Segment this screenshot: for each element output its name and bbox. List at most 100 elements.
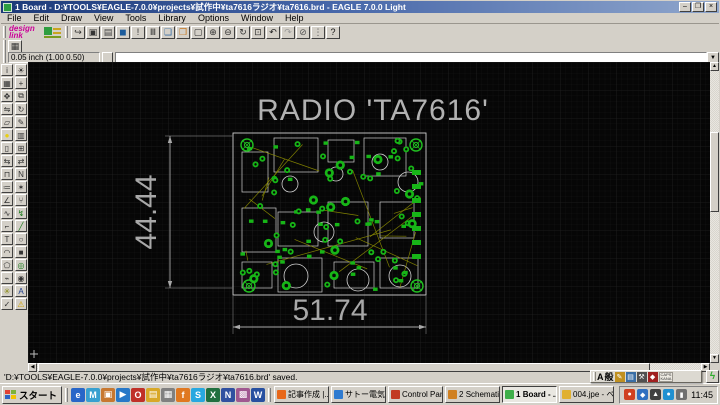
word-icon[interactable]: W <box>251 387 266 402</box>
autorouter-icon[interactable]: A <box>15 285 27 297</box>
caps-kana-indicator[interactable]: CAPS KANA <box>658 371 674 382</box>
display-layers-icon[interactable]: ❑ <box>161 25 175 39</box>
media-player-icon[interactable]: ▶ <box>116 387 131 402</box>
smash-icon[interactable]: ✶ <box>15 181 27 193</box>
task-control-panel[interactable]: Control Pane... <box>388 386 444 403</box>
paste-icon[interactable]: ▥ <box>15 129 27 141</box>
display-icon[interactable]: ▦ <box>1 77 13 89</box>
restore-button[interactable]: ❐ <box>692 2 704 12</box>
group-icon[interactable]: ▱ <box>1 116 13 128</box>
menu-tools[interactable]: Tools <box>119 13 152 24</box>
scroll-down-button[interactable]: ▼ <box>710 354 719 363</box>
notes-icon[interactable]: N <box>221 387 236 402</box>
toolbar-grip[interactable] <box>65 26 68 38</box>
designlink-logo[interactable]: design link <box>9 25 41 40</box>
task-article[interactable]: 記事作成 |... <box>274 386 330 403</box>
tray-sound-icon[interactable]: ● <box>663 389 675 400</box>
zoom-select-icon[interactable]: ⊡ <box>251 25 265 39</box>
delete-icon[interactable]: ▯ <box>1 142 13 154</box>
undo-icon[interactable]: ↶ <box>266 25 280 39</box>
start-button[interactable]: スタート <box>2 385 63 404</box>
run-ulp-icon[interactable]: Ⅲ <box>146 25 160 39</box>
copy-icon[interactable]: ⧉ <box>15 90 27 102</box>
scroll-left-button[interactable]: ◀ <box>28 363 37 372</box>
task-schematic[interactable]: 2 Schematic ... <box>445 386 501 403</box>
text-icon[interactable]: T <box>1 233 13 245</box>
ie-icon[interactable]: e <box>71 387 86 402</box>
ratsnest-icon[interactable]: ✳ <box>1 285 13 297</box>
tray-update-icon[interactable]: ◆ <box>637 389 649 400</box>
drc-icon[interactable]: ✓ <box>1 298 13 310</box>
properties-icon[interactable]: ◆ <box>647 371 658 382</box>
lock-icon[interactable]: ⊓ <box>1 168 13 180</box>
menu-window[interactable]: Window <box>235 13 279 24</box>
show-icon[interactable]: ☀ <box>15 64 27 76</box>
cam-processor-icon[interactable]: ◼ <box>116 25 130 39</box>
wire-icon[interactable]: ╱ <box>15 220 27 232</box>
mirror-icon[interactable]: ⇋ <box>1 103 13 115</box>
grid-settings-icon[interactable]: ▦ <box>8 39 22 53</box>
zoom-out-icon[interactable]: ⊖ <box>221 25 235 39</box>
board-canvas[interactable]: RADIO 'TA7616' 44.44 51.74 <box>28 62 710 363</box>
firefox-icon[interactable]: f <box>176 387 191 402</box>
zoom-in-icon[interactable]: ⊕ <box>206 25 220 39</box>
toolbar-grip[interactable] <box>3 26 6 38</box>
signal-icon[interactable]: ⌁ <box>1 272 13 284</box>
optimize-icon[interactable]: ∿ <box>1 207 13 219</box>
vertical-scroll-thumb[interactable] <box>710 132 719 212</box>
mark-icon[interactable]: + <box>15 77 27 89</box>
ime-language-bar[interactable]: A 般 ✎ ▤ ⚒ ◆ CAPS KANA <box>590 370 702 383</box>
help-icon[interactable]: ? <box>326 25 340 39</box>
add-icon[interactable]: ⊞ <box>15 142 27 154</box>
taskbar-grip[interactable] <box>65 387 69 402</box>
zoom-fit-icon[interactable]: ▢ <box>191 25 205 39</box>
change-icon[interactable]: ✎ <box>15 116 27 128</box>
polygon-icon[interactable]: ⬠ <box>1 259 13 271</box>
errors-icon[interactable]: ⚠ <box>15 298 27 310</box>
toolbar-grip[interactable] <box>3 51 6 64</box>
menu-help[interactable]: Help <box>279 13 310 24</box>
ime-input-mode[interactable]: A <box>597 372 604 382</box>
skype-icon[interactable]: S <box>191 387 206 402</box>
redo-icon[interactable]: ↷ <box>281 25 295 39</box>
ime-conversion-mode[interactable]: 般 <box>605 370 614 383</box>
scroll-up-button[interactable]: ▲ <box>710 62 719 71</box>
opera-icon[interactable]: O <box>131 387 146 402</box>
tools-icon[interactable]: ⚒ <box>636 371 647 382</box>
route-icon[interactable]: ↯ <box>15 207 27 219</box>
task-sato-denki[interactable]: サトー電気版... <box>331 386 387 403</box>
go-icon[interactable]: ⋮ <box>311 25 325 39</box>
task-paint[interactable]: 004.jpe - ペイ... <box>559 386 615 403</box>
hole-icon[interactable]: ◉ <box>15 272 27 284</box>
dictionary-icon[interactable]: ▤ <box>625 371 636 382</box>
print-icon[interactable]: ▤ <box>101 25 115 39</box>
ime-toolbar-icon[interactable]: ϟ <box>706 370 719 383</box>
stop-icon[interactable]: ⊘ <box>296 25 310 39</box>
open-board-icon[interactable]: ↪ <box>71 25 85 39</box>
task-board[interactable]: 1 Board - ... <box>502 386 558 403</box>
save-icon[interactable]: ▣ <box>86 25 100 39</box>
excel-icon[interactable]: X <box>206 387 221 402</box>
menu-library[interactable]: Library <box>152 13 192 24</box>
layer-color-icon[interactable]: ❒ <box>176 25 190 39</box>
menu-edit[interactable]: Edit <box>28 13 56 24</box>
ime-pad-icon[interactable]: ✎ <box>614 371 625 382</box>
zoom-redraw-icon[interactable]: ↻ <box>236 25 250 39</box>
rotate-icon[interactable]: ↻ <box>15 103 27 115</box>
langbar-grip[interactable] <box>593 372 596 381</box>
folder-icon[interactable]: ▤ <box>146 387 161 402</box>
mail-icon[interactable]: M <box>86 387 101 402</box>
move-icon[interactable]: ✥ <box>1 90 13 102</box>
ripup-icon[interactable]: ⌐ <box>1 220 13 232</box>
printer-icon[interactable]: ▦ <box>161 387 176 402</box>
taskbar-grip[interactable] <box>268 387 272 402</box>
pinswap-icon[interactable]: ⇆ <box>1 155 13 167</box>
tray-security-icon[interactable]: ▲ <box>650 389 662 400</box>
window-titlebar[interactable]: 1 Board - D:¥TOOLS¥EAGLE-7.0.0¥projects¥… <box>1 1 719 13</box>
via-icon[interactable]: ◎ <box>15 259 27 271</box>
script-icon[interactable]: ǃ <box>131 25 145 39</box>
pcb-elements-logo[interactable] <box>42 26 62 39</box>
cut-icon[interactable]: ● <box>1 129 13 141</box>
picture-viewer-icon[interactable]: ▣ <box>101 387 116 402</box>
tray-antivirus-icon[interactable]: ● <box>624 389 636 400</box>
